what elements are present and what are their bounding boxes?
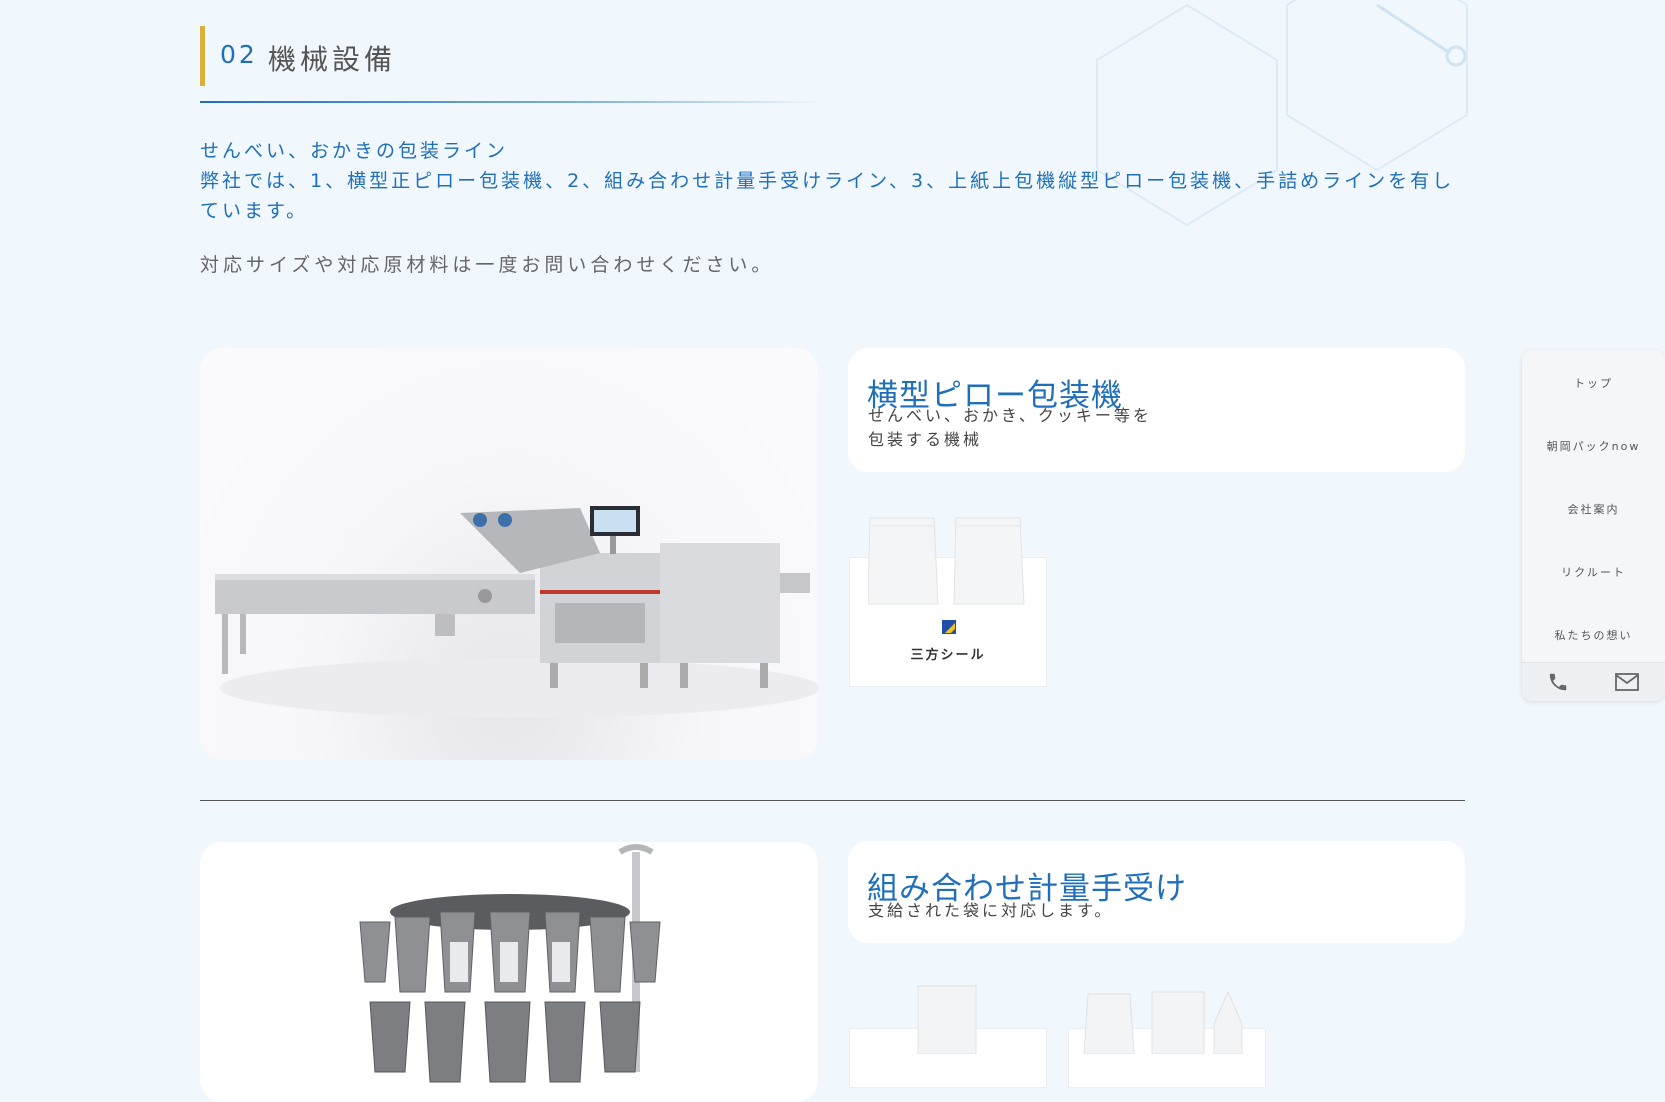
intro-note: 対応サイズや対応原材料は一度お問い合わせください。 <box>200 254 775 276</box>
section-number: 02 <box>220 40 258 69</box>
mail-icon[interactable] <box>1615 672 1639 692</box>
intro-line-1: せんべい、おかきの包装ライン <box>200 140 509 162</box>
section-title: 機械設備 <box>268 43 397 76</box>
nav-item-philosophy[interactable]: 私たちの想い <box>1522 627 1665 643</box>
section-divider <box>200 800 1465 801</box>
nav-item-news[interactable]: 朝岡パックnow <box>1522 438 1665 454</box>
package-sample-image <box>917 985 1243 1054</box>
heading-accent-bar <box>200 26 205 86</box>
machine-description-line: 支給された袋に対応します。 <box>868 901 1114 920</box>
machine-info-card: 横型ピロー包装機 せんべい、おかき、クッキー等を 包装する機械 <box>848 348 1465 472</box>
machine-photo-combination-weigher <box>200 842 818 1102</box>
machine-photo-horizontal-pillow <box>200 348 818 760</box>
phone-icon[interactable] <box>1547 671 1569 693</box>
seal-type-icon <box>942 620 956 634</box>
section-heading: 02 機械設備 <box>200 26 820 103</box>
heading-underline <box>200 101 820 103</box>
package-sample-image <box>868 517 1025 605</box>
horizontal-pillow-machine-illustration <box>215 506 818 718</box>
intro-text: せんべい、おかきの包装ライン 弊社では、1、横型正ピロー包装機、2、組み合わせ計… <box>200 136 1470 226</box>
machine-description-line: せんべい、おかき、クッキー等を <box>868 406 1152 425</box>
machine-description: せんべい、おかき、クッキー等を 包装する機械 <box>868 404 1152 452</box>
combination-weigher-illustration <box>359 844 661 1083</box>
package-type-label: 三方シール <box>910 648 986 663</box>
machine-info-card: 組み合わせ計量手受け 支給された袋に対応します。 <box>848 841 1465 943</box>
nav-item-company[interactable]: 会社案内 <box>1522 501 1665 517</box>
machine-description: 支給された袋に対応します。 <box>868 899 1113 923</box>
intro-line-2: 弊社では、1、横型正ピロー包装機、2、組み合わせ計量手受けライン、3、上紙上包機… <box>200 170 1455 222</box>
machine-description-line: 包装する機械 <box>868 430 983 449</box>
side-navigation: トップ 朝岡パックnow 会社案内 リクルート 私たちの想い <box>1522 350 1665 701</box>
nav-item-top[interactable]: トップ <box>1522 375 1665 391</box>
nav-item-recruit[interactable]: リクルート <box>1522 564 1665 580</box>
contact-bar <box>1522 662 1665 701</box>
